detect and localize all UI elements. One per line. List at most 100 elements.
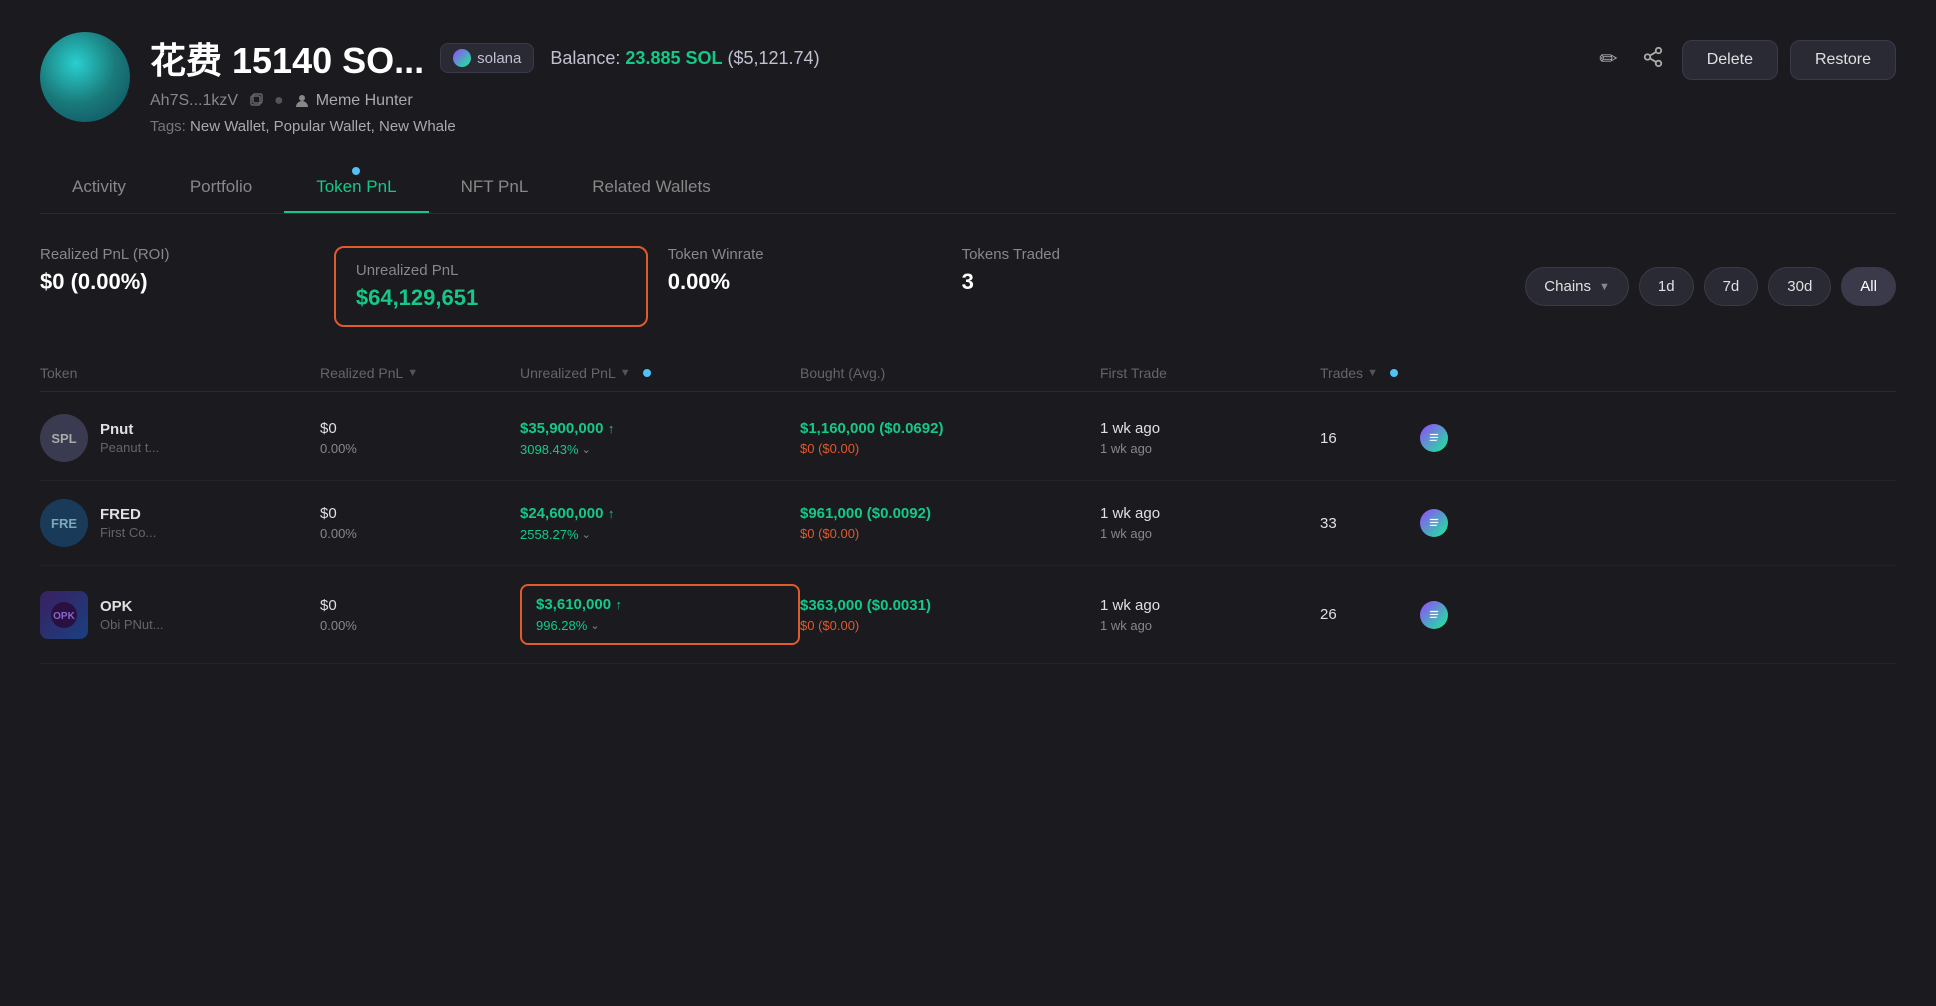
token-avatar-pnut: SPL [40,414,88,462]
unrealized-roi-val: 2558.27% ⌄ [520,527,800,542]
wallet-title-row: 花费 15140 SO... solana Balance: 23.885 SO… [150,32,820,84]
token-winrate-value: 0.00% [668,269,938,295]
realized-pnl-val: $0 [320,420,520,437]
tab-nft-pnl[interactable]: NFT PnL [429,163,561,213]
bought-sold-cell: $1,160,000 ($0.0692) $0 ($0.00) [800,420,1100,456]
token-name: Pnut [100,421,159,438]
down-chevron: ⌄ [590,619,599,632]
tab-activity[interactable]: Activity [40,163,158,213]
unrealized-pnl-cell: $24,600,000 ↑ 2558.27% ⌄ [520,505,800,542]
table-header: Token Realized PnL ▼ Unrealized PnL ▼ Bo… [40,355,1896,392]
th-unrealized-pnl[interactable]: Unrealized PnL ▼ [520,365,800,381]
chains-dropdown[interactable]: Chains ▼ [1525,267,1629,306]
sort-icon: ▼ [1367,367,1378,379]
time-btn-1d[interactable]: 1d [1639,267,1694,306]
sort-icon: ▼ [407,367,418,379]
bought-val: $1,160,000 ($0.0692) [800,420,1100,437]
tab-active-dot [352,167,360,175]
chain-badge[interactable]: solana [440,43,534,73]
bought-sold-cell: $363,000 ($0.0031) $0 ($0.00) [800,597,1100,633]
trades-count-cell: 16 [1320,430,1420,447]
trade-times-cell: 1 wk ago 1 wk ago [1100,597,1320,633]
table-row: FRE FRED First Co... $0 0.00% $24,600,00… [40,481,1896,566]
trades-dot [1390,369,1398,377]
token-name: FRED [100,506,156,523]
tab-token-pnl[interactable]: Token PnL [284,163,428,213]
edit-button[interactable]: ✏ [1593,40,1623,78]
delete-button[interactable]: Delete [1682,40,1778,80]
unrealized-pnl-cell-highlighted: $3,610,000 ↑ 996.28% ⌄ [520,584,800,645]
share-button[interactable] [1636,40,1670,80]
time-btn-7d[interactable]: 7d [1704,267,1759,306]
up-arrow: ↑ [608,421,615,436]
tab-portfolio[interactable]: Portfolio [158,163,284,213]
tab-related-wallets[interactable]: Related Wallets [560,163,742,213]
down-chevron: ⌄ [582,528,591,541]
time-btn-30d[interactable]: 30d [1768,267,1831,306]
sold-val: $0 ($0.00) [800,618,1100,633]
wallet-details: 花费 15140 SO... solana Balance: 23.885 SO… [150,32,820,135]
bought-val: $363,000 ($0.0031) [800,597,1100,614]
th-token: Token [40,365,320,381]
token-avatar-opk: OPK [40,591,88,639]
copy-icon[interactable] [248,93,264,109]
last-trade-val: 1 wk ago [1100,526,1320,541]
wallet-avatar [40,32,130,122]
chain-icon-row [1420,424,1448,452]
filters-right: Chains ▼ 1d 7d 30d All [1525,246,1896,327]
unrealized-pnl-val: $35,900,000 [520,420,603,437]
token-name-group: Pnut Peanut t... [100,421,159,455]
tokens-traded-label: Tokens Traded [962,246,1232,263]
token-cell-fred: FRE FRED First Co... [40,499,320,547]
realized-roi-val: 0.00% [320,618,520,633]
chain-icon-row [1420,509,1448,537]
address-separator: ● [274,92,284,110]
realized-roi-val: 0.00% [320,526,520,541]
wallet-info-left: 花费 15140 SO... solana Balance: 23.885 SO… [40,32,820,135]
th-trades[interactable]: Trades ▼ [1320,365,1420,381]
realized-pnl-cell: $0 0.00% [320,597,520,633]
tokens-traded-stat: Tokens Traded 3 [962,246,1256,327]
token-name: OPK [100,598,164,615]
tabs-container: Activity Portfolio Token PnL NFT PnL Rel… [40,163,1896,214]
unrealized-dot [643,369,651,377]
realized-roi-val: 0.00% [320,441,520,456]
first-trade-val: 1 wk ago [1100,597,1320,614]
stats-spacer [1255,246,1525,327]
first-trade-val: 1 wk ago [1100,505,1320,522]
th-trade-times: First Trade [1100,365,1320,381]
last-trade-val: 1 wk ago [1100,618,1320,633]
th-bought-sold[interactable]: Bought (Avg.) [800,365,1100,381]
token-winrate-stat: Token Winrate 0.00% [668,246,962,327]
unrealized-roi-val: 996.28% ⌄ [536,618,784,633]
token-sub: Obi PNut... [100,617,164,632]
balance-label: Balance: 23.885 SOL ($5,121.74) [550,48,819,69]
th-realized-pnl[interactable]: Realized PnL ▼ [320,365,520,381]
unrealized-pnl-stat: Unrealized PnL $64,129,651 [334,246,648,327]
sold-val: $0 ($0.00) [800,441,1100,456]
tags-value: New Wallet, Popular Wallet, New Whale [190,118,456,135]
realized-pnl-cell: $0 0.00% [320,505,520,541]
up-arrow: ↑ [616,597,623,612]
tags-label: Tags: [150,118,186,135]
wallet-address: Ah7S...1kzV [150,92,238,110]
unrealized-pnl-cell: $35,900,000 ↑ 3098.43% ⌄ [520,420,800,457]
token-name-group: FRED First Co... [100,506,156,540]
wallet-name: 花费 15140 SO... [150,32,424,84]
token-sub: Peanut t... [100,440,159,455]
restore-button[interactable]: Restore [1790,40,1896,80]
user-badge: Meme Hunter [294,92,413,110]
page-header: 花费 15140 SO... solana Balance: 23.885 SO… [40,32,1896,135]
realized-pnl-stat: Realized PnL (ROI) $0 (0.00%) [40,246,334,327]
tags-row: Tags: New Wallet, Popular Wallet, New Wh… [150,118,820,135]
token-winrate-label: Token Winrate [668,246,938,263]
token-sub: First Co... [100,525,156,540]
last-trade-val: 1 wk ago [1100,441,1320,456]
realized-pnl-value: $0 (0.00%) [40,269,310,295]
bought-val: $961,000 ($0.0092) [800,505,1100,522]
realized-pnl-val: $0 [320,597,520,614]
realized-pnl-cell: $0 0.00% [320,420,520,456]
time-btn-all[interactable]: All [1841,267,1896,306]
chains-chevron: ▼ [1599,281,1610,293]
unrealized-pnl-value: $64,129,651 [356,285,626,311]
